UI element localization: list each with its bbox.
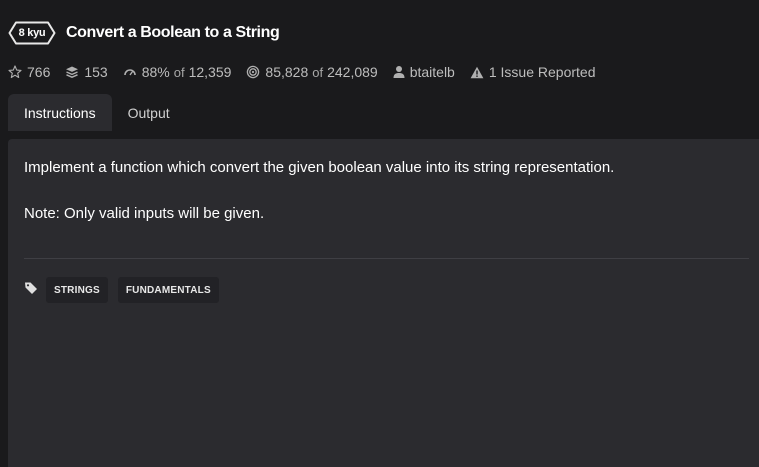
kata-page: 8 kyu Convert a Boolean to a String 766 … bbox=[0, 0, 759, 467]
tag-fundamentals[interactable]: FUNDAMENTALS bbox=[117, 277, 219, 303]
gauge-icon bbox=[123, 66, 137, 78]
collections-count: 153 bbox=[84, 64, 108, 80]
description-paragraph: Implement a function which convert the g… bbox=[24, 159, 615, 176]
tag-icon bbox=[25, 282, 37, 294]
tag-strings[interactable]: STRINGS bbox=[46, 277, 108, 303]
tab-output[interactable]: Output bbox=[112, 94, 186, 131]
stack-icon bbox=[65, 65, 79, 79]
author-stat[interactable]: btaitelb bbox=[393, 64, 455, 80]
satisfaction-stat: 88% of 12,359 bbox=[123, 64, 232, 80]
tag-list: STRINGS FUNDAMENTALS bbox=[24, 277, 229, 303]
collections-stat[interactable]: 153 bbox=[65, 64, 108, 80]
kata-tabs: Instructions Output bbox=[8, 94, 186, 131]
kata-description: Implement a function which convert the g… bbox=[24, 158, 744, 250]
kata-stats: 766 153 88% of 12,359 85,828 of 242,089 … bbox=[8, 62, 610, 82]
rank-label: 8 kyu bbox=[18, 27, 46, 39]
stars-count: 766 bbox=[27, 64, 51, 80]
instructions-panel: Implement a function which convert the g… bbox=[8, 139, 759, 467]
issues-stat[interactable]: 1 Issue Reported bbox=[470, 64, 596, 80]
satisfaction-rating: 88% bbox=[141, 64, 170, 80]
attempted-count: 242,089 bbox=[327, 64, 378, 80]
star-icon bbox=[8, 65, 22, 79]
user-icon bbox=[393, 65, 405, 79]
completed-of: of bbox=[312, 64, 324, 80]
author-link[interactable]: btaitelb bbox=[410, 64, 455, 80]
description-note: Note: Only valid inputs will be given. bbox=[24, 205, 265, 222]
completed-count: 85,828 bbox=[265, 64, 309, 80]
satisfaction-of: of bbox=[173, 64, 185, 80]
divider bbox=[24, 258, 749, 259]
stars-stat[interactable]: 766 bbox=[8, 64, 50, 80]
warning-icon bbox=[470, 66, 484, 79]
issues-link[interactable]: 1 Issue Reported bbox=[489, 64, 596, 80]
kata-title: Convert a Boolean to a String bbox=[66, 24, 280, 41]
completed-stat: 85,828 of 242,089 bbox=[246, 64, 378, 80]
kata-header: 8 kyu Convert a Boolean to a String bbox=[8, 21, 280, 45]
target-icon bbox=[246, 65, 260, 79]
tab-instructions[interactable]: Instructions bbox=[8, 94, 112, 131]
rank-badge: 8 kyu bbox=[8, 21, 56, 45]
satisfaction-votes: 12,359 bbox=[188, 64, 232, 80]
